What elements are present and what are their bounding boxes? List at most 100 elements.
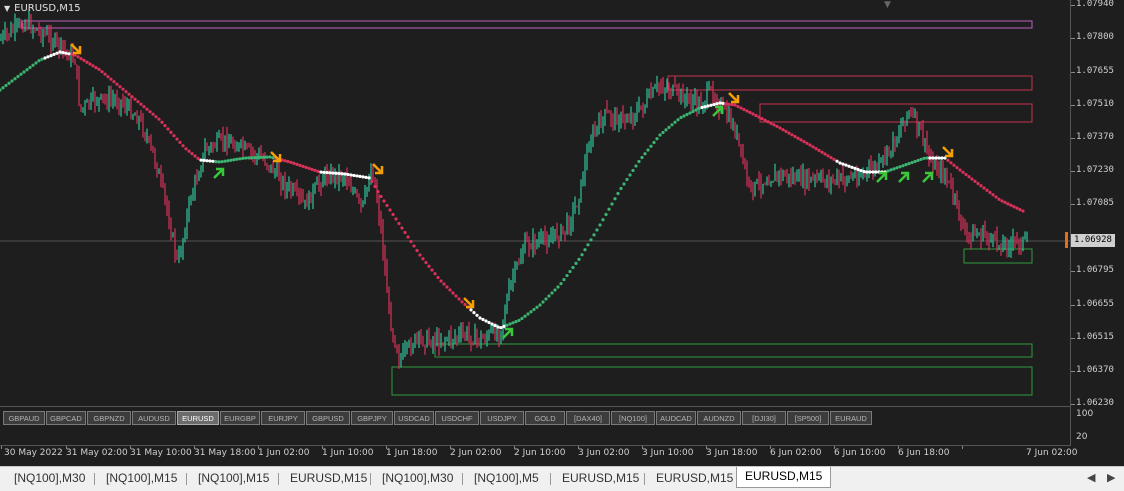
ma-dot bbox=[265, 155, 269, 159]
ma-dot bbox=[538, 303, 542, 307]
ma-dot bbox=[28, 65, 32, 70]
triangle-down-icon[interactable]: ▼ bbox=[4, 4, 10, 13]
symbol-button-euraud[interactable]: EURAUD bbox=[830, 411, 872, 425]
symbol-button-eurgbp[interactable]: EURGBP bbox=[220, 411, 260, 425]
ma-dot bbox=[307, 166, 311, 170]
ma-dot bbox=[1018, 208, 1022, 212]
pane-marker-icon: ▼ bbox=[884, 0, 891, 10]
symbol-button-gbpnzd[interactable]: GBPNZD bbox=[87, 411, 131, 425]
symbol-button-dji30[interactable]: [DJI30] bbox=[742, 411, 786, 425]
ma-dot bbox=[226, 159, 230, 163]
price-axis-label: 1.07800 bbox=[1076, 32, 1114, 42]
ma-dot bbox=[184, 147, 188, 151]
ma-dot bbox=[616, 191, 620, 196]
symbol-button-gbpaud[interactable]: GBPAUD bbox=[3, 411, 45, 425]
ma-dot bbox=[25, 68, 29, 72]
ma-dot bbox=[955, 166, 959, 170]
chart-tab[interactable]: EURUSD,M15 bbox=[648, 469, 741, 488]
ma-dot bbox=[541, 300, 545, 304]
ma-dot bbox=[967, 175, 971, 179]
symbol-button-gold[interactable]: GOLD bbox=[525, 411, 565, 425]
symbol-button-audusd[interactable]: AUDUSD bbox=[132, 411, 176, 425]
chart-canvas[interactable] bbox=[0, 0, 1070, 406]
ma-dot bbox=[502, 324, 506, 328]
symbol-button-sp500[interactable]: [SP500] bbox=[787, 411, 829, 425]
ma-dot bbox=[124, 90, 128, 94]
ma-dot bbox=[994, 195, 998, 199]
ma-dot bbox=[970, 177, 974, 181]
price-axis[interactable]: 1.07940 1.07800 1.07655 1.07510 1.07370 1.072… bbox=[1071, 0, 1124, 408]
chart-tab[interactable]: [NQ100],M15 bbox=[190, 469, 277, 488]
ma-dot bbox=[49, 54, 53, 58]
ma-dot bbox=[664, 128, 668, 132]
ma-dot bbox=[712, 102, 716, 107]
ma-dot bbox=[979, 184, 983, 188]
symbol-button-audnzd[interactable]: AUDNZD bbox=[697, 411, 741, 425]
ma-dot bbox=[553, 288, 557, 292]
symbol-button-eurusd[interactable]: EURUSD bbox=[177, 411, 219, 425]
ma-dot bbox=[52, 52, 56, 57]
symbol-button-eurjpy[interactable]: EURJPY bbox=[261, 411, 305, 425]
ma-dot bbox=[607, 207, 611, 211]
ma-dot bbox=[85, 60, 89, 64]
ma-dot bbox=[97, 67, 101, 71]
ma-dot bbox=[46, 55, 50, 59]
ma-dot bbox=[247, 156, 251, 160]
ma-dot bbox=[316, 169, 320, 173]
chart-tab[interactable]: [NQ100],M30 bbox=[6, 469, 93, 488]
ma-dot bbox=[991, 193, 995, 197]
symbol-button-row: GBPAUD GBPCAD GBPNZD AUDUSD EURUSD EURGBP EURJ… bbox=[3, 411, 872, 425]
symbol-button-gbpusd[interactable]: GBPUSD bbox=[306, 411, 350, 425]
ma-dot bbox=[835, 159, 839, 163]
chart-tab[interactable]: EURUSD,M15 bbox=[282, 469, 375, 488]
chart-title: ▼ EURUSD,M15 bbox=[4, 3, 81, 14]
ma-dot bbox=[112, 80, 116, 84]
ma-dot bbox=[586, 243, 590, 247]
price-chart[interactable]: ▼ EURUSD,M15 ▼ bbox=[0, 0, 1071, 407]
supply-zone-box bbox=[667, 75, 1033, 91]
time-axis-label: 1 Jun 10:00 bbox=[322, 448, 374, 458]
time-axis-label: 31 May 10:00 bbox=[130, 448, 192, 458]
ma-dot bbox=[646, 148, 650, 152]
ma-dot bbox=[328, 171, 332, 175]
symbol-button-audcad[interactable]: AUDCAD bbox=[656, 411, 696, 425]
price-axis-tick bbox=[1071, 305, 1075, 306]
chart-tab[interactable]: EURUSD,M15 bbox=[554, 469, 647, 488]
ma-dot bbox=[178, 140, 182, 144]
tab-separator bbox=[370, 473, 371, 485]
chart-tab[interactable]: [NQ100],M30 bbox=[374, 469, 461, 488]
symbol-button-gbpcad[interactable]: GBPCAD bbox=[46, 411, 86, 425]
symbol-button-usdcad[interactable]: USDCAD bbox=[394, 411, 434, 425]
time-axis-label: 2 Jun 02:00 bbox=[450, 448, 502, 458]
ma-dot bbox=[703, 105, 707, 109]
ma-dot bbox=[241, 156, 245, 160]
tab-separator bbox=[550, 473, 551, 485]
chart-tab[interactable]: [NQ100],M5 bbox=[466, 469, 547, 488]
symbol-button-usdjpy[interactable]: USDJPY bbox=[480, 411, 524, 425]
symbol-button-usdchf[interactable]: USDCHF bbox=[435, 411, 479, 425]
ma-dot bbox=[640, 155, 644, 160]
ma-dot bbox=[505, 323, 509, 327]
price-axis-tick bbox=[1071, 5, 1075, 6]
price-axis-label: 1.07370 bbox=[1076, 132, 1114, 142]
ma-dot bbox=[412, 244, 416, 248]
ma-dot bbox=[730, 103, 734, 107]
chart-tab[interactable]: EURUSD,M15 bbox=[736, 467, 832, 488]
ma-dot bbox=[391, 212, 395, 217]
time-axis[interactable]: 30 May 2022 31 May 02:00 31 May 10:00 31 Ma… bbox=[0, 446, 1124, 464]
ma-dot bbox=[709, 103, 713, 107]
ma-dot bbox=[229, 158, 233, 162]
symbol-button-nq100[interactable]: [NQ100] bbox=[611, 411, 655, 425]
ma-dot bbox=[745, 109, 749, 113]
ma-dot bbox=[733, 103, 737, 107]
ma-dot bbox=[376, 190, 380, 194]
triangle-left-icon[interactable]: ◀ bbox=[1087, 471, 1095, 484]
ma-dot bbox=[160, 120, 164, 124]
symbol-button-dax40[interactable]: [DAX40] bbox=[566, 411, 610, 425]
ma-dot bbox=[838, 161, 842, 165]
chart-tab[interactable]: [NQ100],M15 bbox=[98, 469, 185, 488]
ma-dot bbox=[799, 138, 803, 142]
triangle-right-icon[interactable]: ▶ bbox=[1107, 471, 1115, 484]
time-axis-label: 6 Jun 02:00 bbox=[770, 448, 822, 458]
symbol-button-gbpjpy[interactable]: GBPJPY bbox=[351, 411, 393, 425]
